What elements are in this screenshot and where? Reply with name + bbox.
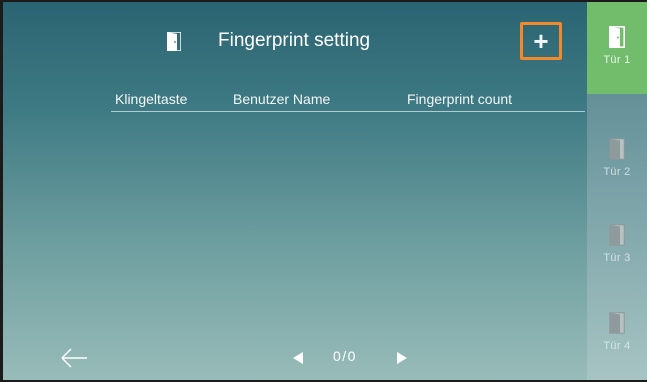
sidebar-item-tuer-2[interactable]: Tür 2 [587, 114, 647, 206]
arrow-left-icon[interactable] [59, 346, 89, 370]
column-header-benutzer-name: Benutzer Name [233, 91, 331, 107]
sidebar-item-label: Tür 4 [603, 340, 631, 352]
sidebar-item-tuer-3[interactable]: Tür 3 [587, 200, 647, 292]
triangle-left-icon[interactable] [291, 350, 305, 366]
door-sidebar: Tür 1 Tür 2 Tür 3 Tür 4 [587, 2, 647, 380]
sidebar-item-label: Tür 1 [603, 54, 631, 66]
plus-icon: + [533, 26, 549, 56]
fingerprint-list [111, 114, 585, 334]
page-indicator: 0/0 [333, 348, 357, 364]
add-fingerprint-button[interactable]: + [520, 22, 562, 60]
door-open-icon [609, 26, 625, 48]
page-title: Fingerprint setting [218, 30, 371, 51]
main-screen: Fingerprint setting + Klingeltaste Benut… [3, 2, 587, 380]
door-icon [167, 32, 181, 51]
sidebar-item-label: Tür 2 [603, 166, 631, 178]
door-closed-icon [609, 138, 625, 160]
column-header-fingerprint-count: Fingerprint count [407, 91, 513, 107]
door-closed-icon [609, 224, 625, 246]
table-header-divider [111, 111, 585, 112]
sidebar-item-label: Tür 3 [603, 252, 631, 264]
sidebar-item-tuer-1[interactable]: Tür 1 [587, 2, 647, 94]
sidebar-item-tuer-4[interactable]: Tür 4 [587, 288, 647, 380]
device-frame: Fingerprint setting + Klingeltaste Benut… [0, 0, 647, 382]
triangle-right-icon[interactable] [395, 350, 409, 366]
door-closed-icon [609, 312, 625, 334]
column-header-klingeltaste: Klingeltaste [115, 91, 188, 107]
